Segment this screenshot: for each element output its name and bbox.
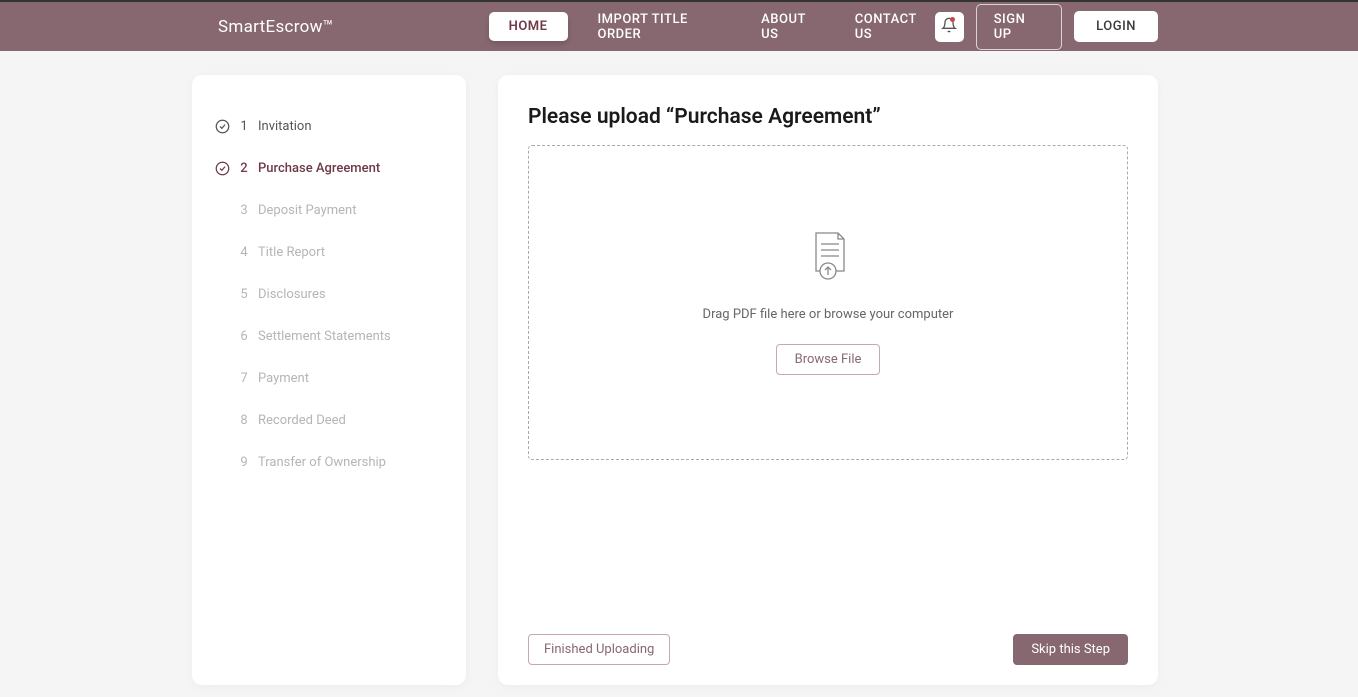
step-number: 6 [240, 329, 248, 344]
check-circle-icon [214, 160, 230, 176]
nav-import-title-order[interactable]: IMPORT TITLE ORDER [598, 5, 732, 49]
step-number: 2 [240, 161, 248, 176]
file-dropzone[interactable]: Drag PDF file here or browse your comput… [528, 145, 1128, 460]
step-label: Invitation [258, 119, 312, 134]
step-label: Settlement Statements [258, 329, 391, 344]
step-label: Disclosures [258, 287, 326, 302]
step-number: 7 [240, 371, 248, 386]
step-label: Deposit Payment [258, 203, 356, 218]
nav-contact-us[interactable]: CONTACT US [855, 5, 935, 49]
notification-badge [950, 17, 955, 22]
step-number: 5 [240, 287, 248, 302]
check-circle-icon [214, 118, 230, 134]
step-5[interactable]: 5 Disclosures [212, 273, 446, 315]
step-label: Title Report [258, 245, 325, 260]
step-label: Purchase Agreement [258, 161, 380, 176]
login-button[interactable]: LOGIN [1074, 11, 1158, 42]
footer-actions: Finished Uploading Skip this Step [528, 634, 1128, 665]
step-9[interactable]: 9 Transfer of Ownership [212, 441, 446, 483]
browse-file-button[interactable]: Browse File [776, 344, 881, 375]
step-8[interactable]: 8 Recorded Deed [212, 399, 446, 441]
main-nav: HOME IMPORT TITLE ORDER ABOUT US CONTACT… [489, 5, 936, 49]
step-2[interactable]: 2 Purchase Agreement [212, 147, 446, 189]
step-1[interactable]: 1 Invitation [212, 105, 446, 147]
step-number: 1 [240, 119, 248, 134]
step-label: Payment [258, 371, 309, 386]
nav-home[interactable]: HOME [489, 12, 568, 41]
step-4[interactable]: 4 Title Report [212, 231, 446, 273]
auth-controls: SIGN UP LOGIN [935, 4, 1158, 50]
nav-about-us[interactable]: ABOUT US [761, 5, 825, 49]
step-label: Transfer of Ownership [258, 455, 386, 470]
step-number: 8 [240, 413, 248, 428]
notification-button[interactable] [935, 12, 963, 42]
page-title: Please upload “Purchase Agreement” [528, 105, 1128, 129]
content-container: 1 Invitation 2 Purchase Agreement 3 Deposit P… [0, 51, 1358, 685]
brand-logo[interactable]: SmartEscrow™ [218, 17, 334, 37]
main-panel: Please upload “Purchase Agreement” Drag … [498, 75, 1158, 685]
step-label: Recorded Deed [258, 413, 346, 428]
upload-file-icon [806, 231, 850, 285]
skip-step-button[interactable]: Skip this Step [1013, 634, 1128, 665]
step-number: 9 [240, 455, 248, 470]
dropzone-text: Drag PDF file here or browse your comput… [703, 307, 954, 322]
steps-sidebar: 1 Invitation 2 Purchase Agreement 3 Deposit P… [192, 75, 466, 685]
header: SmartEscrow™ HOME IMPORT TITLE ORDER ABO… [0, 2, 1358, 51]
signup-button[interactable]: SIGN UP [976, 4, 1062, 50]
finished-uploading-button[interactable]: Finished Uploading [528, 634, 670, 665]
step-7[interactable]: 7 Payment [212, 357, 446, 399]
step-6[interactable]: 6 Settlement Statements [212, 315, 446, 357]
step-3[interactable]: 3 Deposit Payment [212, 189, 446, 231]
step-number: 3 [240, 203, 248, 218]
step-number: 4 [240, 245, 248, 260]
